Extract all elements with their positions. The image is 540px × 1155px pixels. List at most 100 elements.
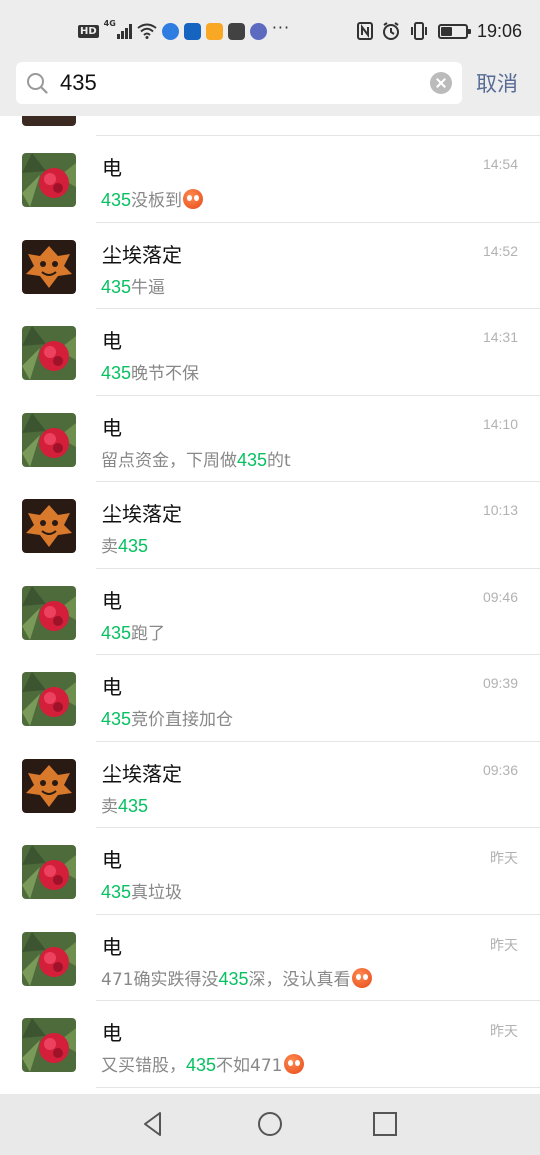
list-item[interactable]: 尘埃落定 10:13 卖435: [0, 482, 540, 569]
snippet-text: 跑了: [131, 623, 166, 644]
snippet-text: 471确实跌得没: [101, 969, 219, 990]
list-item[interactable]: 电 昨天又买错股，435不如471: [0, 1001, 540, 1088]
search-icon: [27, 73, 48, 94]
home-icon[interactable]: [256, 1110, 284, 1138]
message-snippet: 435晚节不保: [101, 359, 199, 384]
app-notification-icon: [227, 22, 245, 40]
emoji-icon: [183, 189, 204, 209]
search-highlight: 435: [218, 968, 249, 989]
contact-name: 尘埃落定: [102, 502, 182, 526]
search-highlight: 435: [101, 709, 132, 729]
message-time: 09:36: [482, 761, 518, 778]
snippet-text: 的t: [267, 450, 291, 471]
snippet-text: 卖: [101, 537, 118, 557]
avatar: [22, 326, 76, 380]
contact-name: 尘埃落定: [102, 242, 182, 267]
network-type-icon: 4G: [103, 19, 116, 28]
avatar: [22, 116, 76, 126]
message-time: 09:39: [482, 675, 518, 691]
avatar: [22, 845, 76, 899]
app-notification-icon: [205, 22, 223, 40]
list-item[interactable]: 尘埃落定 09:36 卖435: [0, 742, 540, 828]
message-snippet: 又买错股，435不如471: [101, 1051, 304, 1076]
contact-name: 尘埃落定: [102, 761, 182, 786]
search-results-list[interactable]: 电 14:54 435没板到 尘埃落定 14:52 435牛逼电 14:31 435晚节不保电…: [0, 116, 540, 1094]
battery-icon: [437, 23, 471, 39]
app-notification-icon: [249, 22, 267, 40]
search-input[interactable]: [60, 68, 420, 98]
search-highlight: 435: [118, 536, 149, 556]
clock: 19:06: [476, 20, 522, 41]
wifi-icon: [137, 23, 157, 39]
cancel-button[interactable]: 取消: [476, 68, 518, 98]
contact-name: 电: [102, 415, 122, 440]
snippet-text: 晚节不保: [131, 364, 200, 384]
avatar: [22, 412, 76, 467]
avatar: [22, 499, 76, 553]
nfc-icon: [356, 22, 373, 40]
recents-icon[interactable]: [371, 1110, 399, 1138]
contact-name: 电: [102, 329, 122, 353]
avatar: [22, 239, 76, 294]
navigation-bar: [0, 1094, 540, 1155]
signal-icon: [116, 23, 132, 39]
list-item[interactable]: 电 09:39 435竞价直接加仓: [0, 655, 540, 742]
search-highlight: 435: [101, 190, 132, 210]
list-item[interactable]: 电 昨天 435真垃圾: [0, 828, 540, 915]
message-time: 昨天: [490, 936, 518, 953]
avatar: [22, 1018, 76, 1072]
contact-name: 电: [102, 156, 122, 180]
search-box[interactable]: [16, 62, 462, 104]
contact-name: 电: [102, 675, 122, 699]
message-snippet: 435跑了: [101, 619, 165, 644]
message-time: 10:13: [482, 502, 518, 518]
message-time: 14:52: [482, 242, 518, 259]
contact-name: 电: [102, 934, 122, 959]
more-dots-icon: ···: [271, 17, 291, 37]
message-time: 14:10: [482, 415, 518, 432]
snippet-text: 深，没认真看: [248, 969, 351, 990]
emoji-icon: [351, 967, 372, 988]
list-item[interactable]: 电 14:10 留点资金，下周做435的t: [0, 396, 540, 482]
hd-icon: HD: [78, 24, 99, 38]
contact-name: 电: [102, 588, 122, 613]
vibrate-icon: [410, 22, 427, 40]
list-item[interactable]: 尘埃落定 14:52 435牛逼: [0, 223, 540, 309]
app-notification-icon: [183, 22, 201, 40]
snippet-text: 留点资金，下周做: [101, 450, 237, 471]
app-notification-icon: [161, 22, 179, 40]
divider: [96, 1086, 540, 1088]
snippet-text: 牛逼: [131, 277, 166, 298]
message-snippet: 卖435: [101, 532, 148, 557]
alarm-icon: [382, 22, 399, 40]
search-highlight: 435: [101, 622, 132, 643]
search-highlight: 435: [101, 363, 132, 383]
search-highlight: 435: [101, 882, 132, 902]
list-item[interactable]: 电 09:46 435跑了: [0, 569, 540, 655]
message-time: 09:46: [482, 588, 518, 605]
search-highlight: 435: [186, 1055, 217, 1075]
message-time: 昨天: [490, 1023, 518, 1039]
search-header: 取消: [0, 60, 540, 116]
snippet-text: 真垃圾: [131, 883, 183, 903]
list-item[interactable]: 电 14:54 435没板到: [0, 136, 540, 223]
contact-name: 电: [102, 848, 122, 872]
status-bar: HD 4G ··· 19:06: [0, 0, 540, 60]
snippet-text: 竞价直接加仓: [131, 710, 234, 730]
battery-level: [440, 26, 452, 36]
back-icon[interactable]: [140, 1110, 168, 1138]
message-time: 14:54: [482, 156, 518, 172]
message-snippet: 435竞价直接加仓: [101, 705, 233, 730]
avatar: [22, 672, 76, 726]
message-snippet: 卖435: [101, 792, 148, 817]
message-snippet: 435没板到: [101, 186, 204, 211]
list-item[interactable]: 电 14:31 435晚节不保: [0, 309, 540, 396]
snippet-text: 没板到: [131, 191, 183, 211]
avatar: [22, 585, 76, 640]
clear-search-icon[interactable]: [430, 72, 452, 94]
snippet-text: 不如471: [216, 1056, 283, 1076]
list-item[interactable]: 电 昨天 471确实跌得没435深，没认真看: [0, 915, 540, 1001]
message-time: 14:31: [482, 329, 518, 345]
contact-name: 电: [102, 1021, 122, 1045]
message-snippet: 435牛逼: [101, 273, 165, 298]
